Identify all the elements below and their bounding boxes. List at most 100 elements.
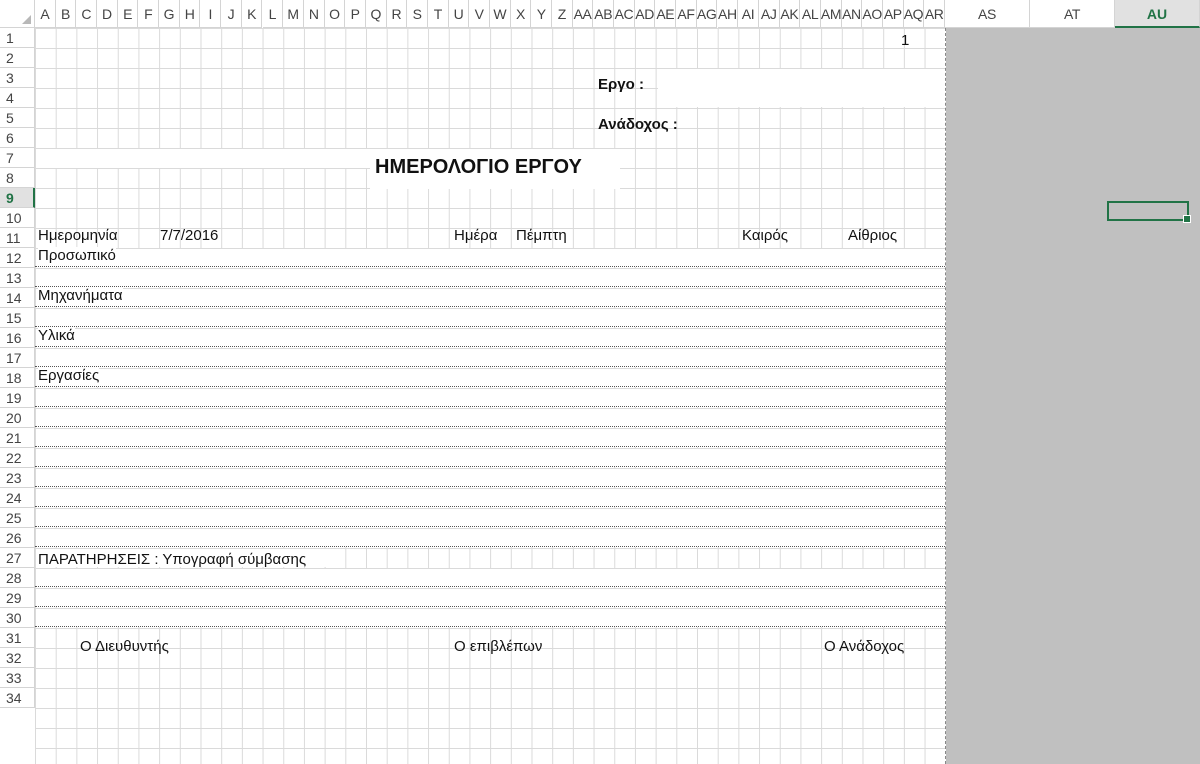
column-header-p[interactable]: P xyxy=(345,0,366,28)
column-header-r[interactable]: R xyxy=(386,0,408,28)
spreadsheet[interactable]: 1 Εργο : Ανάδοχος : ΗΜΕΡΟΛΟΓΙΟ ΕΡΓΟΥ Ημε… xyxy=(0,0,1200,764)
column-header-as[interactable]: AS xyxy=(945,0,1030,28)
row-header-24[interactable]: 24 xyxy=(0,488,35,508)
column-header-am[interactable]: AM xyxy=(820,0,842,28)
row-header-8[interactable]: 8 xyxy=(0,168,35,188)
column-header-an[interactable]: AN xyxy=(841,0,863,28)
row-header-9[interactable]: 9 xyxy=(0,188,35,208)
row-header-12[interactable]: 12 xyxy=(0,248,35,268)
column-header-d[interactable]: D xyxy=(97,0,118,28)
row-11-merged[interactable] xyxy=(36,249,945,267)
row-header-11[interactable]: 11 xyxy=(0,228,35,248)
column-header-x[interactable]: X xyxy=(510,0,532,28)
row-25-merged[interactable] xyxy=(36,529,945,547)
row-header-18[interactable]: 18 xyxy=(0,368,35,388)
row-header-30[interactable]: 30 xyxy=(0,608,35,628)
column-header-aq[interactable]: AQ xyxy=(903,0,925,28)
outside-print-area[interactable] xyxy=(946,28,1200,764)
column-header-al[interactable]: AL xyxy=(800,0,821,28)
row-header-25[interactable]: 25 xyxy=(0,508,35,528)
row-header-13[interactable]: 13 xyxy=(0,268,35,288)
column-header-b[interactable]: B xyxy=(55,0,77,28)
column-header-v[interactable]: V xyxy=(469,0,490,28)
row-header-21[interactable]: 21 xyxy=(0,428,35,448)
column-header-z[interactable]: Z xyxy=(552,0,573,28)
row-header-31[interactable]: 31 xyxy=(0,628,35,648)
row-28-merged[interactable] xyxy=(36,609,945,627)
row-24-merged[interactable] xyxy=(36,509,945,527)
row-12-merged[interactable] xyxy=(36,269,945,287)
row-header-20[interactable]: 20 xyxy=(0,408,35,428)
row-26-merged[interactable] xyxy=(36,569,945,587)
row-header-15[interactable]: 15 xyxy=(0,308,35,328)
row-header-34[interactable]: 34 xyxy=(0,688,35,708)
row-header-22[interactable]: 22 xyxy=(0,448,35,468)
row-header-6[interactable]: 6 xyxy=(0,128,35,148)
row-header-16[interactable]: 16 xyxy=(0,328,35,348)
row-17-merged[interactable] xyxy=(36,369,945,387)
row-22-merged[interactable] xyxy=(36,469,945,487)
column-header-k[interactable]: K xyxy=(241,0,263,28)
column-header-u[interactable]: U xyxy=(448,0,470,28)
select-all-corner[interactable] xyxy=(0,0,35,28)
row-27-merged[interactable] xyxy=(36,589,945,607)
row-16-merged[interactable] xyxy=(36,349,945,367)
row-21-merged[interactable] xyxy=(36,449,945,467)
column-header-h[interactable]: H xyxy=(179,0,201,28)
column-header-s[interactable]: S xyxy=(407,0,428,28)
row-header-10[interactable]: 10 xyxy=(0,208,35,228)
row-header-17[interactable]: 17 xyxy=(0,348,35,368)
row-header-5[interactable]: 5 xyxy=(0,108,35,128)
column-header-ak[interactable]: AK xyxy=(779,0,801,28)
row-20-merged[interactable] xyxy=(36,429,945,447)
column-header-l[interactable]: L xyxy=(262,0,284,28)
column-header-q[interactable]: Q xyxy=(365,0,387,28)
column-header-ai[interactable]: AI xyxy=(738,0,759,28)
row-header-4[interactable]: 4 xyxy=(0,88,35,108)
row-header-1[interactable]: 1 xyxy=(0,28,35,48)
column-header-ap[interactable]: AP xyxy=(882,0,904,28)
column-header-j[interactable]: J xyxy=(221,0,242,28)
column-header-au[interactable]: AU xyxy=(1115,0,1200,28)
row-18-merged[interactable] xyxy=(36,389,945,407)
row-header-23[interactable]: 23 xyxy=(0,468,35,488)
column-header-w[interactable]: W xyxy=(490,0,511,28)
column-header-ao[interactable]: AO xyxy=(862,0,883,28)
row-14-merged[interactable] xyxy=(36,309,945,327)
column-header-ab[interactable]: AB xyxy=(593,0,615,28)
column-header-aa[interactable]: AA xyxy=(572,0,594,28)
row-header-2[interactable]: 2 xyxy=(0,48,35,68)
row-13-merged[interactable] xyxy=(36,289,945,307)
row-19-merged[interactable] xyxy=(36,409,945,427)
row-header-3[interactable]: 3 xyxy=(0,68,35,88)
row-header-28[interactable]: 28 xyxy=(0,568,35,588)
row-23-merged[interactable] xyxy=(36,489,945,507)
column-header-n[interactable]: N xyxy=(303,0,325,28)
row-header-32[interactable]: 32 xyxy=(0,648,35,668)
column-header-e[interactable]: E xyxy=(117,0,139,28)
row-header-19[interactable]: 19 xyxy=(0,388,35,408)
row-header-27[interactable]: 27 xyxy=(0,548,35,568)
row-header-29[interactable]: 29 xyxy=(0,588,35,608)
column-header-o[interactable]: O xyxy=(324,0,346,28)
column-header-f[interactable]: F xyxy=(138,0,160,28)
row-header-14[interactable]: 14 xyxy=(0,288,35,308)
column-header-y[interactable]: Y xyxy=(531,0,553,28)
column-header-at[interactable]: AT xyxy=(1030,0,1115,28)
row-header-33[interactable]: 33 xyxy=(0,668,35,688)
column-header-ah[interactable]: AH xyxy=(717,0,739,28)
column-header-i[interactable]: I xyxy=(200,0,222,28)
ergo-value-cell[interactable] xyxy=(658,69,945,107)
column-header-ac[interactable]: AC xyxy=(614,0,635,28)
row-header-26[interactable]: 26 xyxy=(0,528,35,548)
column-header-ad[interactable]: AD xyxy=(634,0,656,28)
column-header-t[interactable]: T xyxy=(427,0,449,28)
column-header-aj[interactable]: AJ xyxy=(758,0,780,28)
column-header-m[interactable]: M xyxy=(283,0,304,28)
column-header-g[interactable]: G xyxy=(159,0,180,28)
column-header-c[interactable]: C xyxy=(76,0,98,28)
column-header-ag[interactable]: AG xyxy=(696,0,718,28)
column-header-a[interactable]: A xyxy=(35,0,56,28)
active-cell-selection[interactable] xyxy=(1107,201,1191,223)
column-header-ar[interactable]: AR xyxy=(924,0,945,28)
